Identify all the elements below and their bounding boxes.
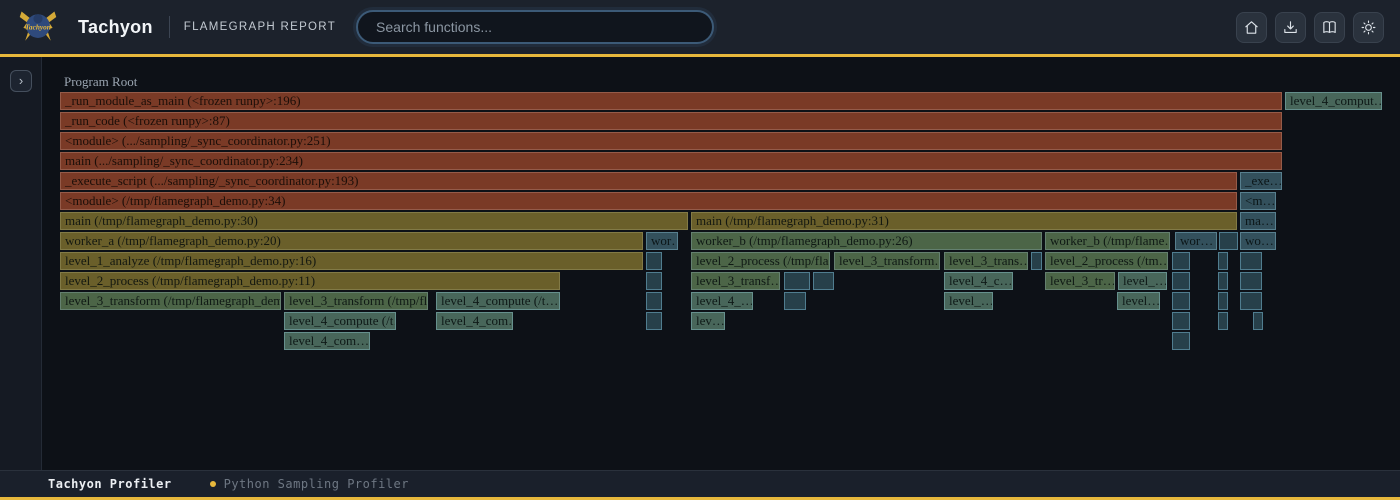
- status-app-name: Tachyon Profiler: [48, 477, 172, 491]
- status-dot-icon: [210, 481, 216, 487]
- flame-bar[interactable]: [646, 292, 662, 310]
- flame-bar[interactable]: [784, 292, 806, 310]
- flame-bar[interactable]: level_3_transform…: [834, 252, 940, 270]
- flame-bar[interactable]: [1031, 252, 1042, 270]
- flame-bar[interactable]: level_4_c…: [944, 272, 1013, 290]
- flame-bar[interactable]: [1240, 272, 1262, 290]
- flame-bar[interactable]: level_3_transform (/tmp/flamegraph_dem…: [60, 292, 281, 310]
- home-icon: [1243, 19, 1260, 36]
- flame-bar[interactable]: worker_a (/tmp/flamegraph_demo.py:20): [60, 232, 643, 250]
- flame-bar[interactable]: _run_code (<frozen runpy>:87): [60, 112, 1282, 130]
- flame-bar[interactable]: wor…: [646, 232, 678, 250]
- flame-bar[interactable]: _run_module_as_main (<frozen runpy>:196): [60, 92, 1282, 110]
- status-bar: Tachyon Profiler Python Sampling Profile…: [0, 470, 1400, 497]
- flame-bar[interactable]: level_…: [1118, 272, 1167, 290]
- flame-bar[interactable]: _execute_script (.../sampling/_sync_coor…: [60, 172, 1237, 190]
- flame-bar[interactable]: <m…: [1240, 192, 1276, 210]
- flame-bar[interactable]: [1219, 232, 1238, 250]
- flame-bar[interactable]: [1172, 332, 1190, 350]
- app-header: Tachyon Tachyon FLAMEGRAPH REPORT: [0, 0, 1400, 54]
- flame-bar[interactable]: [646, 272, 662, 290]
- flame-bar[interactable]: <module> (.../sampling/_sync_coordinator…: [60, 132, 1282, 150]
- flame-bar[interactable]: _exe…: [1240, 172, 1282, 190]
- flame-bar[interactable]: [1218, 252, 1228, 270]
- flame-bar[interactable]: main (/tmp/flamegraph_demo.py:31): [691, 212, 1237, 230]
- flame-bar[interactable]: wor…: [1175, 232, 1217, 250]
- flame-bar[interactable]: worker_b (/tmp/flame…: [1045, 232, 1170, 250]
- flamegraph-root-label: Program Root: [64, 74, 137, 90]
- flame-bar[interactable]: level_4_compute (/t…: [284, 312, 396, 330]
- flame-bar[interactable]: ma…: [1240, 212, 1276, 230]
- flame-bar[interactable]: [646, 252, 662, 270]
- flame-bar[interactable]: level_3_tr…: [1045, 272, 1115, 290]
- flame-bar[interactable]: level_4_compute (/t…: [436, 292, 560, 310]
- tachyon-logo-icon: Tachyon: [16, 6, 60, 48]
- flame-bar[interactable]: [646, 312, 662, 330]
- flame-bar[interactable]: [1218, 292, 1228, 310]
- flame-bar[interactable]: level_3_transf…: [691, 272, 780, 290]
- flamegraph-canvas[interactable]: Program Root _run_module_as_main (<froze…: [42, 57, 1400, 470]
- book-icon: [1321, 19, 1338, 36]
- flame-bar[interactable]: level_4_comput…: [1285, 92, 1382, 110]
- flame-bar[interactable]: lev…: [691, 312, 725, 330]
- flame-bar[interactable]: worker_b (/tmp/flamegraph_demo.py:26): [691, 232, 1042, 250]
- flame-bar[interactable]: [1172, 272, 1190, 290]
- chevron-right-icon: ›: [19, 73, 23, 88]
- flame-bar[interactable]: <module> (/tmp/flamegraph_demo.py:34): [60, 192, 1237, 210]
- docs-button[interactable]: [1314, 12, 1345, 43]
- flame-bar[interactable]: main (/tmp/flamegraph_demo.py:30): [60, 212, 688, 230]
- flame-bar[interactable]: [1172, 292, 1190, 310]
- status-subtitle: Python Sampling Profiler: [224, 477, 409, 491]
- flame-bar[interactable]: level_…: [944, 292, 993, 310]
- search-input[interactable]: [356, 10, 714, 44]
- home-button[interactable]: [1236, 12, 1267, 43]
- flame-bar[interactable]: wo…: [1240, 232, 1276, 250]
- flame-bar[interactable]: [1240, 252, 1262, 270]
- flame-bar[interactable]: level_4_…: [691, 292, 753, 310]
- flame-bar[interactable]: level_2_process (/tmp/flamegraph_demo.py…: [60, 272, 560, 290]
- flame-bar[interactable]: [1240, 292, 1262, 310]
- sidebar-expand-button[interactable]: ›: [10, 70, 32, 92]
- flame-bar[interactable]: [1218, 272, 1228, 290]
- flame-bar[interactable]: [784, 272, 810, 290]
- flame-bar[interactable]: level_3_transform (/tmp/fl…: [284, 292, 428, 310]
- flame-bar[interactable]: level_2_process (/tm…: [1045, 252, 1168, 270]
- svg-text:Tachyon: Tachyon: [25, 23, 51, 32]
- flame-bar[interactable]: level_4_com…: [284, 332, 370, 350]
- header-divider: [169, 16, 170, 38]
- flame-bar[interactable]: level_2_process (/tmp/fla…: [691, 252, 830, 270]
- report-type-label: FLAMEGRAPH REPORT: [184, 21, 336, 33]
- app-title: Tachyon: [78, 17, 153, 38]
- flame-bar[interactable]: [1172, 252, 1190, 270]
- download-icon: [1282, 19, 1299, 36]
- flame-bar[interactable]: level…: [1117, 292, 1160, 310]
- flame-bar[interactable]: [1253, 312, 1263, 330]
- left-sidebar: ›: [0, 57, 42, 470]
- flame-bar[interactable]: level_4_com…: [436, 312, 513, 330]
- flame-bar[interactable]: [813, 272, 834, 290]
- header-actions: [1236, 12, 1384, 43]
- flame-bar[interactable]: level_3_trans…: [944, 252, 1028, 270]
- theme-toggle-button[interactable]: [1353, 12, 1384, 43]
- download-button[interactable]: [1275, 12, 1306, 43]
- theme-sun-icon: [1360, 19, 1377, 36]
- flame-bar[interactable]: main (.../sampling/_sync_coordinator.py:…: [60, 152, 1282, 170]
- flame-bar[interactable]: [1172, 312, 1190, 330]
- flame-bar[interactable]: [1218, 312, 1228, 330]
- flame-bar[interactable]: level_1_analyze (/tmp/flamegraph_demo.py…: [60, 252, 643, 270]
